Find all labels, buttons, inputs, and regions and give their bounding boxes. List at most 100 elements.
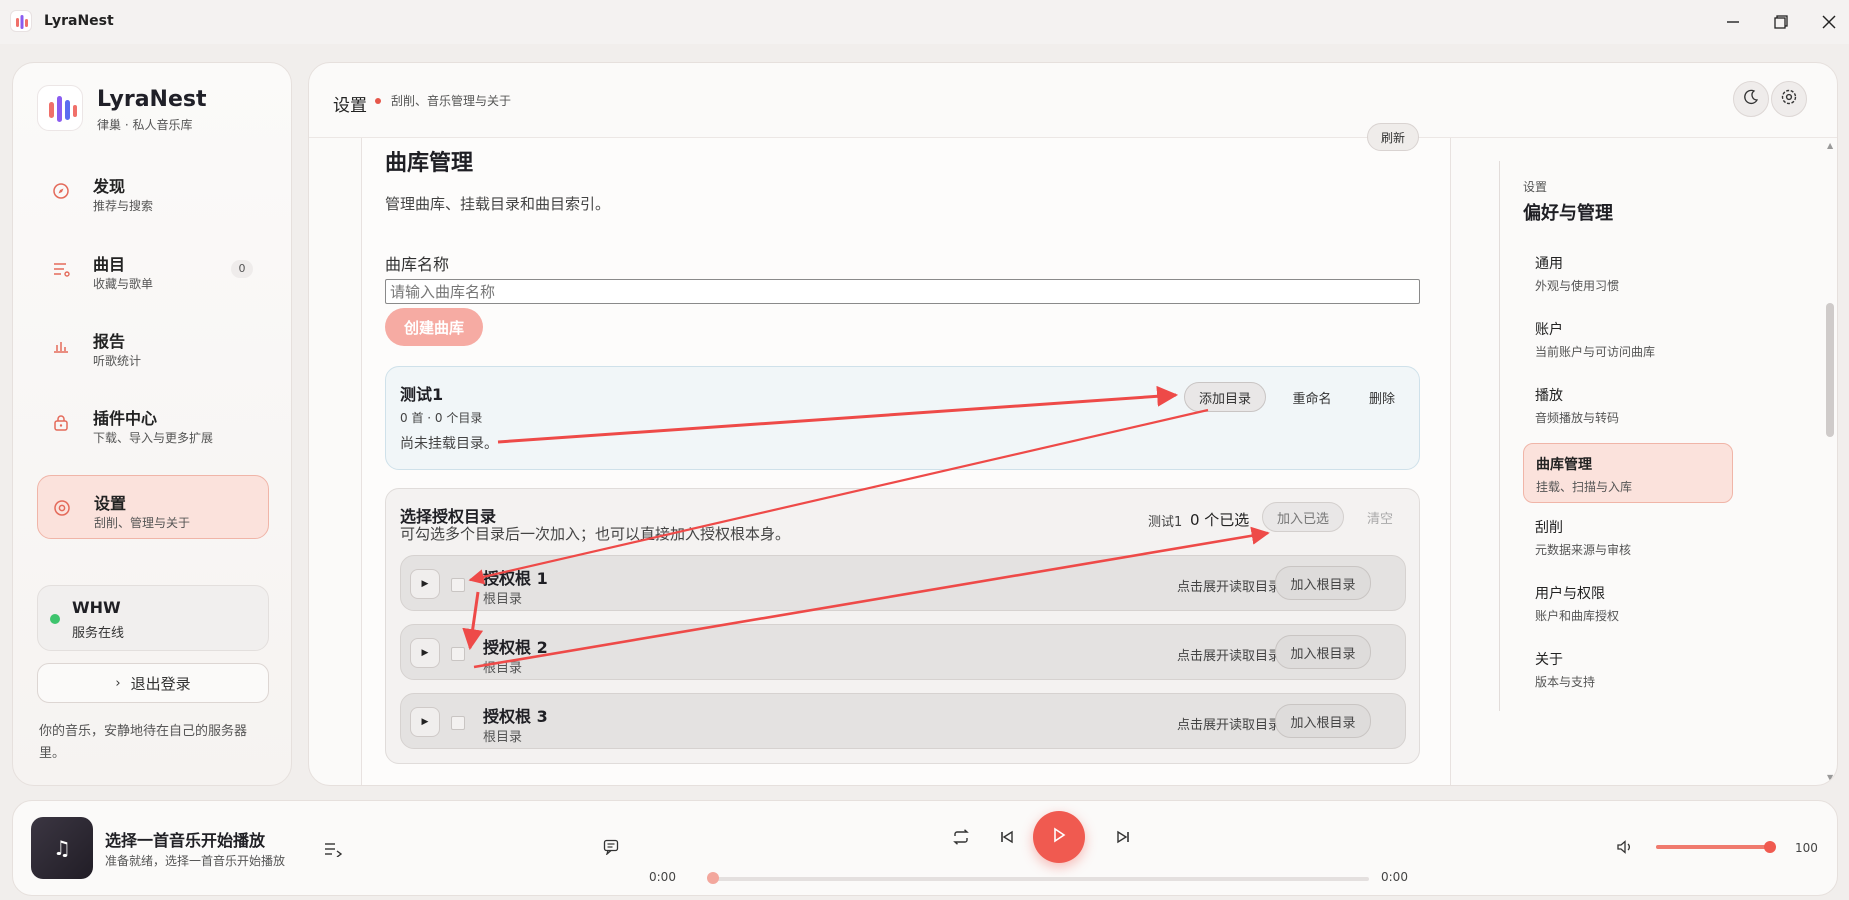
volume-value: 100 [1795, 841, 1818, 855]
auth-root-row: ▶ 授权根 2 根目录 点击展开读取目录 加入根目录 [400, 624, 1406, 680]
settings-nav-sub: 元数据来源与审核 [1535, 543, 1632, 557]
progress-bar[interactable] [713, 877, 1369, 881]
root-checkbox[interactable] [451, 647, 465, 661]
authorized-directory-picker: 选择授权目录 可勾选多个目录后一次加入；也可以直接加入授权根本身。 测试1 0 … [385, 488, 1420, 764]
library-card-meta: 0 首 · 0 个目录 [400, 411, 483, 425]
maximize-icon[interactable] [1764, 8, 1798, 36]
add-root-button[interactable]: 加入根目录 [1275, 704, 1371, 738]
sidebar-item-settings[interactable]: 设置 刮削、管理与关于 [37, 475, 269, 539]
expand-triangle-icon[interactable]: ▶ [410, 638, 440, 668]
queue-icon[interactable] [321, 837, 345, 861]
expand-triangle-icon[interactable]: ▶ [410, 707, 440, 737]
chevron-right-icon: › [115, 675, 121, 691]
tracks-count-badge: 0 [231, 260, 253, 278]
header-accent-dot [375, 98, 381, 104]
scroll-down-icon[interactable]: ▼ [1827, 773, 1833, 782]
expand-triangle-icon[interactable]: ▶ [410, 569, 440, 599]
add-root-button[interactable]: 加入根目录 [1275, 566, 1371, 600]
add-root-button[interactable]: 加入根目录 [1275, 635, 1371, 669]
auth-target-library: 测试1 [1148, 515, 1183, 530]
logout-label: 退出登录 [130, 674, 191, 693]
sidebar-item-sub: 推荐与搜索 [93, 199, 154, 213]
root-expand-hint[interactable]: 点击展开读取目录 [1177, 645, 1281, 664]
plugin-lock-icon [51, 413, 71, 433]
settings-nav-general[interactable]: 通用 外观与使用习惯 [1523, 243, 1733, 303]
settings-button[interactable] [1771, 81, 1807, 117]
root-checkbox[interactable] [451, 578, 465, 592]
volume-icon[interactable] [1613, 835, 1637, 859]
settings-nav-playback[interactable]: 播放 音频播放与转码 [1523, 375, 1733, 435]
rename-library-button[interactable]: 重命名 [1276, 382, 1348, 412]
add-directory-button[interactable]: 添加目录 [1184, 382, 1266, 412]
brand-subtitle: 律巢 · 私人音乐库 [97, 118, 193, 132]
window-title: LyraNest [44, 13, 114, 29]
lyrics-icon[interactable] [599, 835, 623, 859]
sidebar-item-label: 设置 [94, 494, 127, 513]
sidebar-item-discover[interactable]: 发现 推荐与搜索 [37, 159, 269, 223]
album-art: ♫ [31, 817, 93, 879]
theme-toggle-button[interactable] [1733, 81, 1769, 117]
settings-nav-sub: 版本与支持 [1535, 675, 1596, 689]
root-checkbox[interactable] [451, 716, 465, 730]
sidebar-item-sub: 刮削、管理与关于 [94, 516, 191, 530]
next-icon[interactable] [1111, 825, 1135, 849]
settings-nav-label: 用户与权限 [1535, 586, 1605, 602]
sidebar-item-label: 插件中心 [93, 409, 158, 428]
scrollbar-thumb[interactable] [1826, 303, 1834, 437]
refresh-button[interactable]: 刷新 [1367, 123, 1419, 151]
library-card-name: 测试1 [400, 385, 444, 404]
library-name-input[interactable]: 请输入曲库名称 [385, 279, 1420, 304]
root-expand-hint[interactable]: 点击展开读取目录 [1177, 714, 1281, 733]
library-name-label: 曲库名称 [385, 255, 450, 274]
settings-nav-sub: 当前账户与可访问曲库 [1535, 345, 1656, 359]
settings-nav-sub: 外观与使用习惯 [1535, 279, 1620, 293]
root-name: 授权根 1 [483, 569, 548, 588]
settings-nav-sub: 挂载、扫描与入库 [1536, 480, 1633, 494]
auth-root-row: ▶ 授权根 1 根目录 点击展开读取目录 加入根目录 [400, 555, 1406, 611]
user-name: WHW [72, 598, 121, 617]
sidebar: LyraNest 律巢 · 私人音乐库 发现 推荐与搜索 曲目 收藏与歌单 0 … [12, 62, 292, 786]
right-nav-kicker: 设置 [1523, 180, 1548, 194]
scroll-up-icon[interactable]: ▲ [1827, 141, 1833, 150]
sidebar-item-label: 报告 [93, 332, 126, 351]
volume-slider-fill [1656, 845, 1772, 849]
auth-root-row: ▶ 授权根 3 根目录 点击展开读取目录 加入根目录 [400, 693, 1406, 749]
settings-icon [52, 498, 72, 518]
sidebar-item-label: 发现 [93, 177, 126, 196]
progress-handle[interactable] [707, 872, 719, 884]
sidebar-item-reports[interactable]: 报告 听歌统计 [37, 314, 269, 378]
settings-nav-label: 刮削 [1535, 520, 1563, 536]
close-icon[interactable] [1812, 8, 1846, 36]
settings-nav-account[interactable]: 账户 当前账户与可访问曲库 [1523, 309, 1733, 369]
settings-nav-label: 通用 [1535, 256, 1563, 272]
root-sub: 根目录 [483, 592, 523, 607]
settings-nav-library-management[interactable]: 曲库管理 挂载、扫描与入库 [1523, 443, 1733, 503]
clear-selection-button[interactable]: 清空 [1350, 502, 1410, 532]
delete-library-button[interactable]: 删除 [1352, 382, 1412, 412]
logout-button[interactable]: › 退出登录 [37, 663, 269, 703]
sidebar-item-sub: 下载、导入与更多扩展 [93, 431, 214, 445]
add-selected-button[interactable]: 加入已选 [1262, 502, 1344, 532]
content-scrollbar[interactable] [1825, 138, 1835, 785]
sidebar-item-plugins[interactable]: 插件中心 下载、导入与更多扩展 [37, 391, 269, 455]
repeat-icon[interactable] [949, 825, 973, 849]
main-panel: 设置 刮削、音乐管理与关于 刷新 曲库管理 管理曲库、挂载目录和曲目索引。 曲库… [308, 62, 1838, 786]
sidebar-item-tracks[interactable]: 曲目 收藏与歌单 0 [37, 237, 269, 301]
create-library-button[interactable]: 创建曲库 [385, 308, 483, 346]
root-expand-hint[interactable]: 点击展开读取目录 [1177, 576, 1281, 595]
settings-nav-scraping[interactable]: 刮削 元数据来源与审核 [1523, 507, 1733, 567]
root-name: 授权根 2 [483, 638, 548, 657]
sidebar-item-sub: 收藏与歌单 [93, 277, 154, 291]
settings-nav-label: 播放 [1535, 388, 1563, 404]
window-titlebar [0, 0, 1849, 44]
section-description: 管理曲库、挂载目录和曲目索引。 [385, 195, 611, 213]
minimize-icon[interactable] [1716, 8, 1750, 36]
track-subtitle: 准备就绪，选择一首音乐开始播放 [105, 854, 286, 868]
right-nav-divider [1499, 161, 1500, 711]
volume-handle[interactable] [1764, 841, 1776, 853]
settings-nav-about[interactable]: 关于 版本与支持 [1523, 639, 1733, 699]
library-card-empty-state: 尚未挂载目录。 [400, 436, 498, 452]
previous-icon[interactable] [995, 825, 1019, 849]
settings-nav-users-permissions[interactable]: 用户与权限 账户和曲库授权 [1523, 573, 1733, 633]
play-button[interactable] [1033, 811, 1085, 863]
